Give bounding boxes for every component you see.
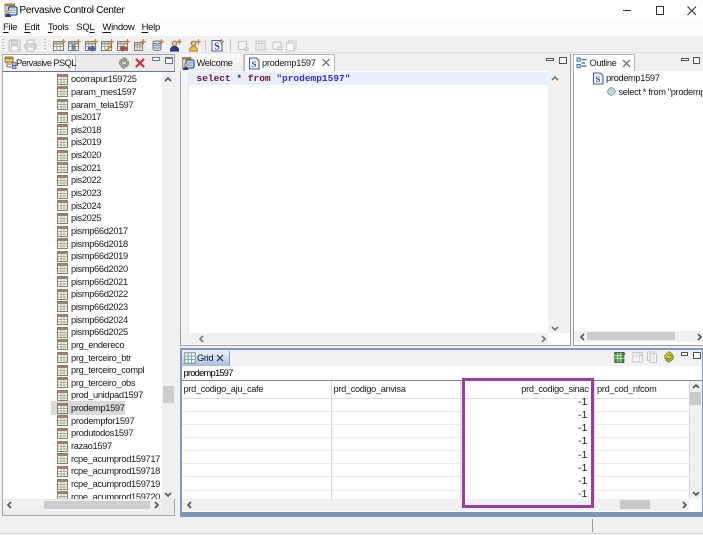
svg-text:S: S: [251, 59, 256, 69]
svg-text:S: S: [214, 41, 220, 52]
svg-text:S: S: [595, 74, 600, 84]
